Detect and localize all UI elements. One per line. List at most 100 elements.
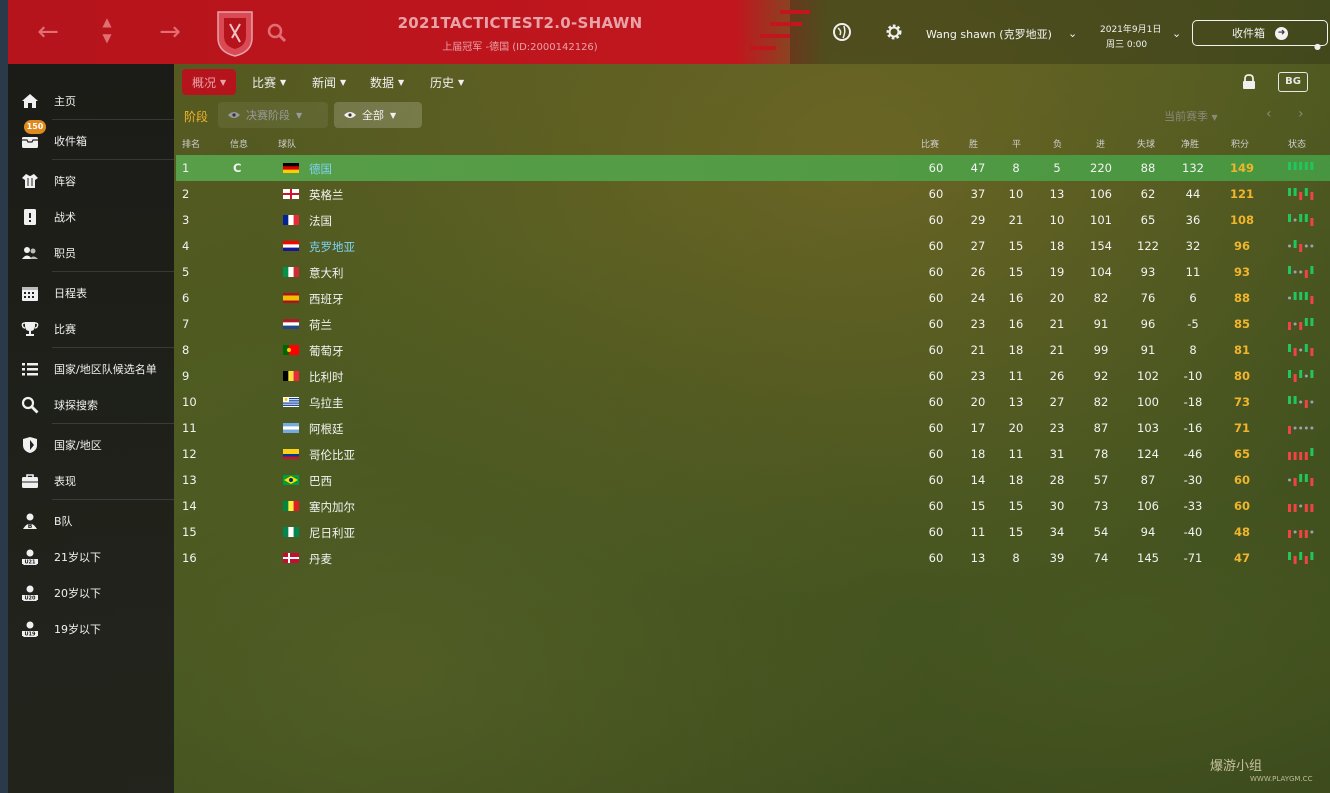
form-indicator[interactable] (1286, 213, 1316, 227)
chevron-down-icon[interactable]: ⌄ (1172, 27, 1181, 40)
sidebar-item-competitions[interactable]: 比赛 (8, 312, 174, 346)
back-arrow-icon[interactable]: ← (34, 18, 62, 46)
form-indicator[interactable] (1286, 369, 1316, 383)
table-row[interactable]: 15 尼日利亚 60 11 15 34 54 94 -40 48 (176, 519, 1330, 545)
form-indicator[interactable] (1286, 473, 1316, 487)
form-indicator[interactable] (1286, 551, 1316, 565)
col-header-won[interactable]: 胜 (969, 137, 978, 150)
sidebar-item-b-team[interactable]: B B队 (8, 504, 174, 538)
scope-dropdown[interactable]: 全部 ▼ (334, 102, 422, 128)
team-name-link[interactable]: 巴西 (309, 473, 332, 489)
background-toggle-icon[interactable]: BG (1278, 72, 1308, 92)
table-row[interactable]: 16 丹麦 60 13 8 39 74 145 -71 47 (176, 545, 1330, 571)
pts-cell: 47 (1233, 551, 1250, 565)
sidebar-item-national-shortlist[interactable]: 国家/地区队候选名单 (8, 352, 174, 386)
lock-icon[interactable] (1242, 74, 1256, 90)
team-name-link[interactable]: 法国 (309, 213, 332, 229)
sidebar-item-scouting[interactable]: 球探搜索 (8, 388, 174, 422)
form-indicator[interactable] (1286, 161, 1316, 175)
continue-inbox-button[interactable]: 收件箱 ➜ (1192, 20, 1328, 46)
next-season-icon[interactable]: › (1298, 106, 1304, 122)
team-name-link[interactable]: 尼日利亚 (309, 525, 355, 541)
col-header-drawn[interactable]: 平 (1012, 137, 1021, 150)
manager-name[interactable]: Wang shawn (克罗地亚) (926, 26, 1052, 42)
col-header-gf[interactable]: 进 (1096, 137, 1105, 150)
table-row[interactable]: 13 巴西 60 14 18 28 57 87 -30 60 (176, 467, 1330, 493)
user-mini-icon[interactable]: ● (1314, 42, 1321, 51)
sidebar-item-u21[interactable]: U21 21岁以下 (8, 540, 174, 574)
table-row[interactable]: 4 克罗地亚 60 27 15 18 154 122 32 96 (176, 233, 1330, 259)
form-indicator[interactable] (1286, 265, 1316, 279)
chevron-down-icon[interactable]: ⌄ (1068, 27, 1077, 40)
form-indicator[interactable] (1286, 317, 1316, 331)
tab-overview[interactable]: 概况 ▼ (182, 69, 237, 95)
table-row[interactable]: 9 比利时 60 23 11 26 92 102 -10 80 (176, 363, 1330, 389)
table-row[interactable]: 11 阿根廷 60 17 20 23 87 103 -16 71 (176, 415, 1330, 441)
tab-news[interactable]: 新闻 ▼ (312, 69, 346, 95)
sidebar-item-tactics[interactable]: 战术 (8, 200, 174, 234)
tab-matches[interactable]: 比赛 ▼ (252, 69, 286, 95)
sidebar-item-u19[interactable]: U19 19岁以下 (8, 612, 174, 646)
col-header-info[interactable]: 信息 (230, 137, 248, 150)
team-name-link[interactable]: 德国 (309, 161, 332, 177)
form-indicator[interactable] (1286, 421, 1316, 435)
stage-dropdown[interactable]: 决赛阶段 ▼ (218, 102, 328, 128)
sidebar-item-squad[interactable]: 阵容 (8, 164, 174, 198)
team-name-link[interactable]: 荷兰 (309, 317, 332, 333)
team-name-link[interactable]: 克罗地亚 (309, 239, 355, 255)
form-indicator[interactable] (1286, 239, 1316, 253)
season-dropdown[interactable]: 当前赛季 ▼ (1164, 108, 1218, 124)
sidebar-item-nation[interactable]: 国家/地区 (8, 428, 174, 462)
col-header-lost[interactable]: 负 (1053, 137, 1062, 150)
col-header-form[interactable]: 状态 (1288, 137, 1306, 150)
team-name-link[interactable]: 阿根廷 (309, 421, 344, 437)
team-name-link[interactable]: 乌拉圭 (309, 395, 344, 411)
team-name-link[interactable]: 哥伦比亚 (309, 447, 355, 463)
table-row[interactable]: 7 荷兰 60 23 16 21 91 96 -5 85 (176, 311, 1330, 337)
team-name-link[interactable]: 葡萄牙 (309, 343, 344, 359)
table-row[interactable]: 8 葡萄牙 60 21 18 21 99 91 8 81 (176, 337, 1330, 363)
table-row[interactable]: 2 英格兰 60 37 10 13 106 62 44 121 (176, 181, 1330, 207)
form-indicator[interactable] (1286, 447, 1316, 461)
col-header-team[interactable]: 球队 (278, 137, 296, 150)
team-name-link[interactable]: 塞内加尔 (309, 499, 355, 515)
form-indicator[interactable] (1286, 343, 1316, 357)
table-row[interactable]: 1 C 德国 60 47 8 5 220 88 132 149 (176, 155, 1330, 181)
sidebar-item-home[interactable]: 主页 (8, 84, 174, 118)
form-indicator[interactable] (1286, 187, 1316, 201)
tab-history[interactable]: 历史 ▼ (430, 69, 464, 95)
sidebar-item-staff[interactable]: 职员 (8, 236, 174, 270)
col-header-played[interactable]: 比赛 (921, 137, 939, 150)
form-indicator[interactable] (1286, 499, 1316, 513)
prev-season-icon[interactable]: ‹ (1266, 106, 1272, 122)
table-row[interactable]: 14 塞内加尔 60 15 15 30 73 106 -33 60 (176, 493, 1330, 519)
table-row[interactable]: 10 乌拉圭 60 20 13 27 82 100 -18 73 (176, 389, 1330, 415)
table-row[interactable]: 3 法国 60 29 21 10 101 65 36 108 (176, 207, 1330, 233)
sidebar-item-u20[interactable]: U20 20岁以下 (8, 576, 174, 610)
form-indicator[interactable] (1286, 291, 1316, 305)
sidebar-item-inbox[interactable]: 150 收件箱 (8, 120, 174, 158)
forward-arrow-icon[interactable]: → (156, 18, 184, 46)
col-header-pts[interactable]: 积分 (1231, 137, 1249, 150)
form-indicator[interactable] (1286, 395, 1316, 409)
tab-stats[interactable]: 数据 ▼ (370, 69, 404, 95)
table-row[interactable]: 12 哥伦比亚 60 18 11 31 78 124 -46 65 (176, 441, 1330, 467)
sidebar-item-schedule[interactable]: 日程表 (8, 276, 174, 310)
globe-icon[interactable] (832, 22, 852, 42)
team-name-link[interactable]: 意大利 (309, 265, 344, 281)
up-down-arrows-icon[interactable]: ▲ ▼ (100, 14, 114, 46)
team-name-link[interactable]: 西班牙 (309, 291, 344, 307)
table-row[interactable]: 6 西班牙 60 24 16 20 82 76 6 88 (176, 285, 1330, 311)
team-name-link[interactable]: 英格兰 (309, 187, 344, 203)
team-name-link[interactable]: 比利时 (309, 369, 344, 385)
col-header-gd[interactable]: 净胜 (1181, 137, 1199, 150)
sidebar-item-performance[interactable]: 表现 (8, 464, 174, 498)
col-header-ga[interactable]: 失球 (1137, 137, 1155, 150)
col-header-pos[interactable]: 排名 (182, 137, 200, 150)
table-row[interactable]: 5 意大利 60 26 15 19 104 93 11 93 (176, 259, 1330, 285)
search-icon[interactable] (266, 22, 288, 44)
club-crest-icon[interactable] (210, 8, 260, 58)
form-indicator[interactable] (1286, 525, 1316, 539)
gear-icon[interactable] (884, 22, 904, 42)
team-name-link[interactable]: 丹麦 (309, 551, 332, 567)
